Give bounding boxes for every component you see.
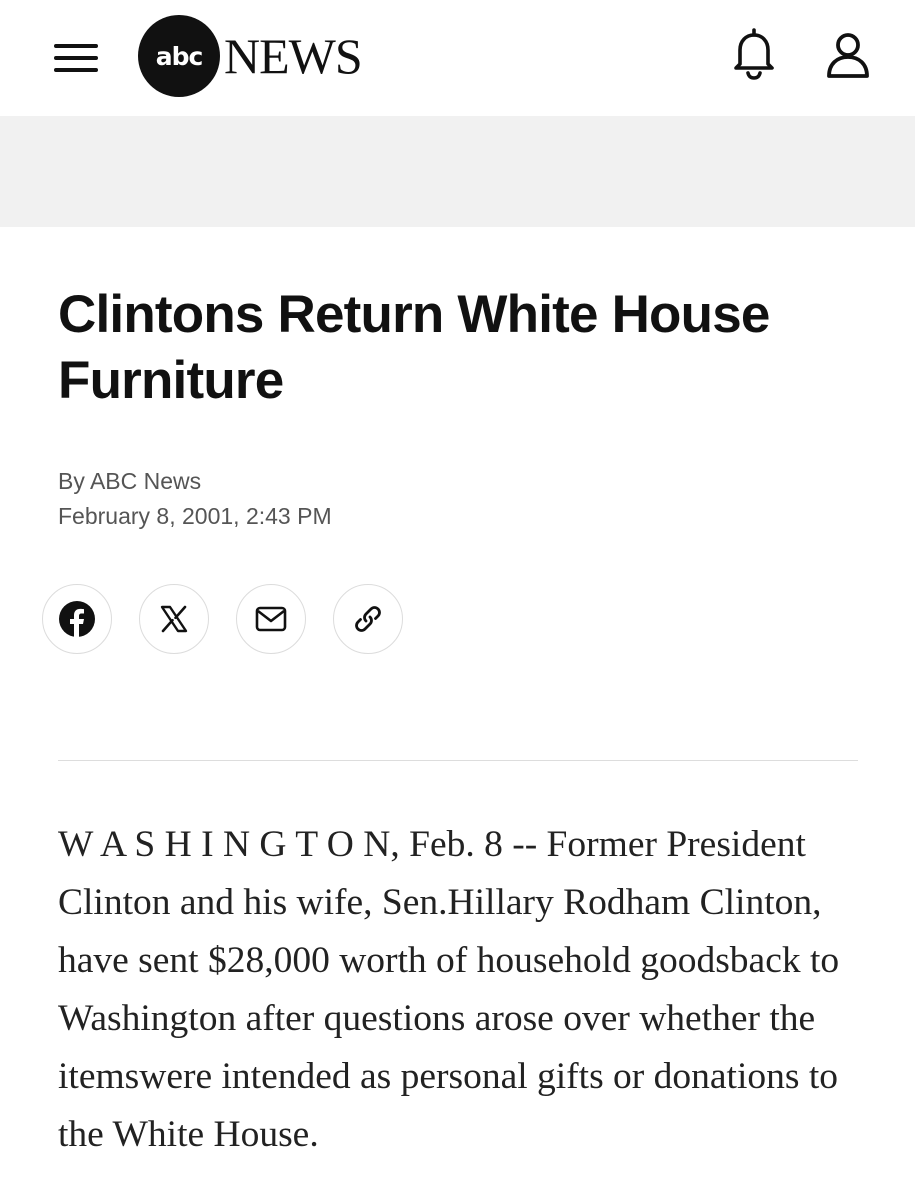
email-icon — [255, 606, 287, 632]
article-body-paragraph: W A S H I N G T O N, Feb. 8 -- Former Pr… — [58, 824, 840, 1155]
article-date: February 8, 2001, 2:43 PM — [58, 503, 332, 529]
news-logo-word: NEWS — [224, 28, 363, 84]
bell-icon[interactable] — [728, 26, 780, 82]
share-facebook-button[interactable] — [42, 584, 112, 654]
article-title: Clintons Return White House Furniture — [58, 285, 770, 410]
facebook-icon — [59, 601, 95, 637]
abc-logo-badge: abc — [138, 15, 220, 97]
user-icon[interactable] — [820, 26, 876, 82]
top-navigation-bar: abc NEWS — [0, 0, 915, 116]
article-byline: By ABC News — [58, 468, 202, 494]
link-icon — [355, 606, 381, 632]
x-icon — [160, 605, 188, 633]
share-email-button[interactable] — [236, 584, 306, 654]
content-divider — [58, 760, 858, 761]
abc-news-logo[interactable]: abc NEWS — [138, 14, 363, 98]
hamburger-menu-icon[interactable] — [50, 38, 102, 78]
copy-link-button[interactable] — [333, 584, 403, 654]
share-x-button[interactable] — [139, 584, 209, 654]
ad-placeholder-band — [0, 116, 915, 227]
